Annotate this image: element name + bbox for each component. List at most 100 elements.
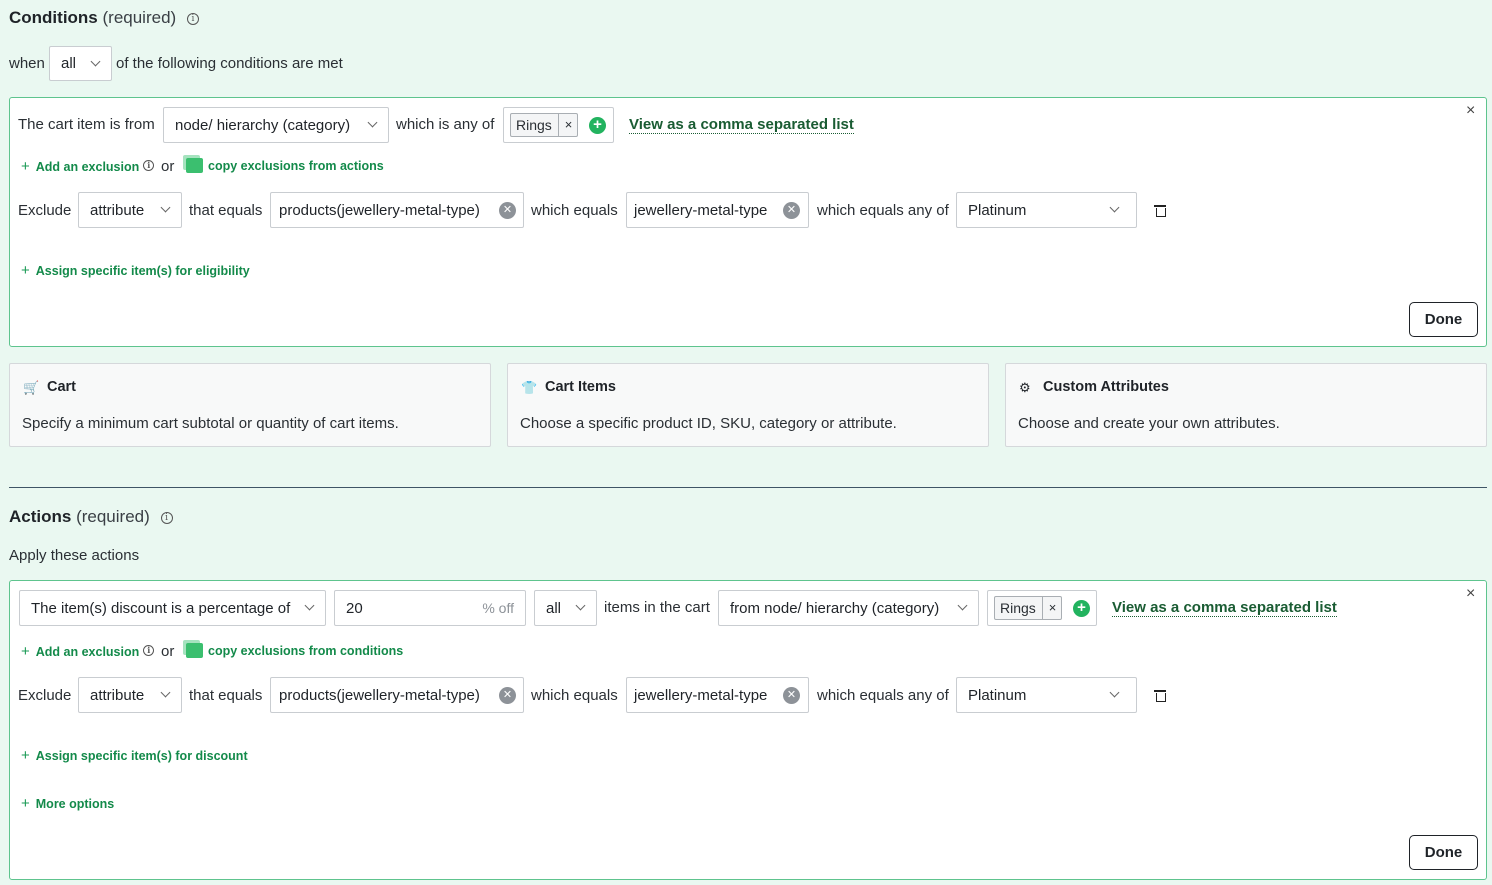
assign-items-label: Assign specific item(s) for eligibility: [35, 264, 250, 278]
add-circle-icon[interactable]: +: [589, 117, 606, 134]
plus-icon: +: [21, 158, 30, 175]
source-select[interactable]: node/ hierarchy (category): [163, 107, 389, 143]
assign-items-label: Assign specific item(s) for discount: [35, 749, 248, 763]
action-source-select[interactable]: from node/ hierarchy (category): [718, 590, 979, 626]
chevron-down-icon: [1109, 202, 1120, 213]
done-button[interactable]: Done: [1409, 302, 1478, 337]
clear-icon[interactable]: ✕: [499, 687, 516, 704]
card-title: Custom Attributes: [1043, 379, 1169, 395]
cart-icon: 🛒: [23, 380, 40, 395]
info-icon[interactable]: i: [143, 160, 155, 171]
copy-exclusions-link[interactable]: copy exclusions from conditions: [186, 643, 403, 658]
chevron-down-icon: [160, 687, 171, 698]
copy-icon: [186, 158, 203, 173]
option-select[interactable]: Platinum: [956, 192, 1137, 228]
which-equals-any-label: which equals any of: [817, 687, 949, 704]
which-is-any-of-label: which is any of: [396, 116, 495, 133]
discount-amount-value: 20: [346, 599, 363, 617]
scope-select[interactable]: all: [534, 590, 597, 626]
conditions-required: (required): [102, 8, 177, 27]
tag-remove-button[interactable]: ×: [1041, 597, 1056, 619]
or-label: or: [161, 643, 175, 660]
gear-icon: ⚙: [1019, 380, 1031, 395]
add-circle-icon[interactable]: +: [1073, 600, 1090, 617]
match-mode-select[interactable]: all: [49, 46, 112, 81]
chevron-down-icon: [304, 600, 315, 611]
category-tag-input[interactable]: Rings × +: [503, 107, 614, 143]
plus-icon: +: [21, 795, 30, 812]
items-in-cart-label: items in the cart: [604, 599, 710, 616]
action-category-tag-input[interactable]: Rings × +: [987, 590, 1097, 626]
attribute-value-field[interactable]: products(jewellery-metal-type) ✕: [270, 192, 524, 228]
add-exclusion-label: Add an exclusion: [35, 160, 140, 174]
clear-icon[interactable]: ✕: [783, 202, 800, 219]
assign-items-link[interactable]: + Assign specific item(s) for discount: [21, 747, 248, 764]
which-equals-label: which equals: [531, 687, 618, 704]
cart-items-card[interactable]: 👕 Cart Items Choose a specific product I…: [507, 363, 989, 447]
option-value: Platinum: [968, 686, 1027, 704]
chevron-down-icon: [90, 56, 101, 67]
option-value: Platinum: [968, 201, 1027, 219]
done-button[interactable]: Done: [1409, 835, 1478, 870]
copy-exclusions-link[interactable]: copy exclusions from actions: [186, 158, 384, 173]
exclude-type-select[interactable]: attribute: [78, 192, 182, 228]
close-icon[interactable]: ×: [1466, 102, 1475, 120]
or-label: or: [161, 158, 175, 175]
card-description: Choose a specific product ID, SKU, categ…: [520, 415, 897, 432]
exclude-label: Exclude: [18, 202, 72, 219]
exclude-type-select[interactable]: attribute: [78, 677, 182, 713]
tag-label: Rings: [516, 117, 552, 133]
view-comma-list-link[interactable]: View as a comma separated list: [629, 116, 854, 134]
trash-icon[interactable]: [1154, 690, 1166, 702]
copy-icon: [186, 643, 203, 658]
discount-type-select[interactable]: The item(s) discount is a percentage of: [19, 590, 326, 626]
field-value-field[interactable]: jewellery-metal-type ✕: [626, 192, 809, 228]
chevron-down-icon: [575, 600, 586, 611]
close-icon[interactable]: ×: [1466, 585, 1475, 603]
exclude-type-value: attribute: [90, 686, 145, 704]
more-options-label: More options: [35, 797, 115, 811]
scope-value: all: [546, 599, 562, 617]
actions-title: Actions: [9, 507, 72, 526]
add-exclusion-label: Add an exclusion: [35, 645, 140, 659]
more-options-link[interactable]: + More options: [21, 795, 114, 812]
info-icon[interactable]: i: [160, 512, 173, 524]
clear-icon[interactable]: ✕: [499, 202, 516, 219]
exclude-type-value: attribute: [90, 201, 145, 219]
shirt-icon: 👕: [521, 380, 538, 395]
percent-off-suffix: % off: [482, 600, 514, 616]
condition-rule-panel: × The cart item is from node/ hierarchy …: [9, 97, 1487, 347]
attribute-value: products(jewellery-metal-type): [279, 201, 480, 219]
add-exclusion-link[interactable]: + Add an exclusion i: [21, 158, 155, 175]
cart-card[interactable]: 🛒 Cart Specify a minimum cart subtotal o…: [9, 363, 491, 447]
attribute-value-field[interactable]: products(jewellery-metal-type) ✕: [270, 677, 524, 713]
match-suffix: of the following conditions are met: [116, 55, 343, 72]
tag-rings: Rings ×: [510, 113, 579, 137]
card-title: Cart: [47, 379, 77, 395]
discount-type-value: The item(s) discount is a percentage of: [31, 599, 291, 617]
discount-amount-input[interactable]: 20 % off: [334, 590, 526, 626]
field-value: jewellery-metal-type: [634, 686, 768, 704]
that-equals-label: that equals: [189, 202, 263, 219]
view-comma-list-link[interactable]: View as a comma separated list: [1112, 599, 1337, 617]
attribute-value: products(jewellery-metal-type): [279, 686, 480, 704]
source-value: node/ hierarchy (category): [175, 116, 351, 134]
clear-icon[interactable]: ✕: [783, 687, 800, 704]
info-icon[interactable]: i: [186, 13, 199, 25]
chevron-down-icon: [957, 600, 968, 611]
custom-attributes-card[interactable]: ⚙ Custom Attributes Choose and create yo…: [1005, 363, 1487, 447]
plus-icon: +: [21, 643, 30, 660]
when-label: when: [9, 55, 45, 72]
option-select[interactable]: Platinum: [956, 677, 1137, 713]
action-rule-panel: × The item(s) discount is a percentage o…: [9, 580, 1487, 880]
card-description: Specify a minimum cart subtotal or quant…: [22, 415, 399, 432]
plus-icon: +: [21, 747, 30, 764]
which-equals-any-label: which equals any of: [817, 202, 949, 219]
trash-icon[interactable]: [1154, 205, 1166, 217]
actions-heading: Actions (required) i: [9, 507, 173, 527]
field-value-field[interactable]: jewellery-metal-type ✕: [626, 677, 809, 713]
assign-items-link[interactable]: + Assign specific item(s) for eligibility: [21, 262, 250, 279]
tag-remove-button[interactable]: ×: [557, 114, 572, 136]
info-icon[interactable]: i: [143, 645, 155, 656]
add-exclusion-link[interactable]: + Add an exclusion i: [21, 643, 155, 660]
